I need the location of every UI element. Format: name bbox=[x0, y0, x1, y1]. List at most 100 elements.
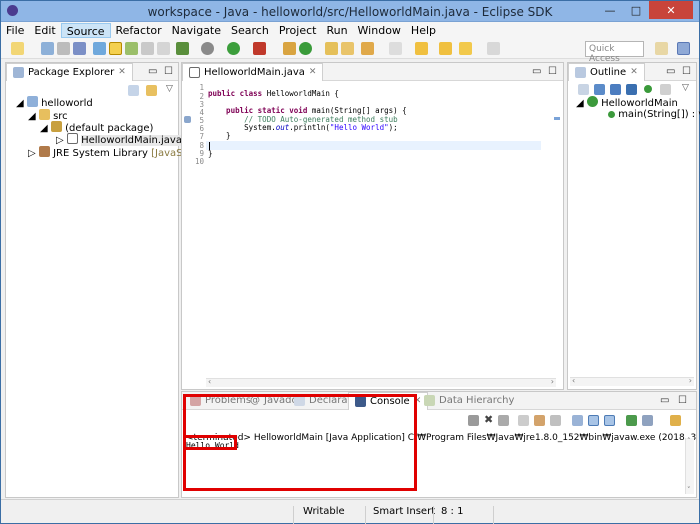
status-writable: Writable bbox=[303, 506, 345, 517]
maximize-button[interactable]: □ bbox=[623, 1, 649, 19]
menu-edit[interactable]: Edit bbox=[29, 23, 60, 38]
print-icon[interactable] bbox=[57, 42, 70, 55]
menu-refactor[interactable]: Refactor bbox=[111, 23, 167, 38]
outline-scrollbar[interactable]: ‹ › bbox=[570, 376, 694, 386]
toggle-icon[interactable] bbox=[93, 42, 106, 55]
maximize-view-icon[interactable]: ☐ bbox=[678, 395, 687, 406]
terminate-icon[interactable] bbox=[468, 415, 479, 426]
outline-method[interactable]: main(String[]) : vo bbox=[618, 109, 700, 120]
minimize-view-icon[interactable]: ▭ bbox=[660, 395, 669, 406]
open-perspective-icon[interactable] bbox=[655, 42, 668, 55]
new-icon[interactable] bbox=[11, 42, 24, 55]
wand-icon[interactable] bbox=[73, 42, 86, 55]
horizontal-scrollbar[interactable]: ‹ › bbox=[206, 377, 556, 387]
minimize-view-icon[interactable]: ▭ bbox=[666, 66, 675, 77]
expand-icon[interactable]: ◢ bbox=[28, 111, 36, 122]
scroll-up-icon[interactable]: ˄ bbox=[687, 437, 691, 445]
annotation-nav-icon[interactable] bbox=[389, 42, 402, 55]
maximize-view-icon[interactable]: ☐ bbox=[548, 66, 557, 77]
close-icon[interactable]: ✕ bbox=[118, 67, 126, 77]
external-tools-icon[interactable] bbox=[253, 42, 266, 55]
hide-static-icon[interactable] bbox=[610, 84, 621, 95]
hide-fields-icon[interactable] bbox=[594, 84, 605, 95]
save-icon[interactable] bbox=[41, 42, 54, 55]
scroll-right-icon[interactable]: › bbox=[551, 377, 554, 386]
outline-class[interactable]: HelloworldMain bbox=[601, 98, 678, 109]
mark-occurrences-icon[interactable] bbox=[109, 42, 122, 55]
debug-icon[interactable] bbox=[176, 42, 189, 55]
open-type-icon[interactable] bbox=[325, 42, 338, 55]
maximize-view-icon[interactable]: ☐ bbox=[682, 66, 691, 77]
open-folder-icon[interactable] bbox=[341, 42, 354, 55]
menu-window[interactable]: Window bbox=[353, 23, 406, 38]
annotation-icon[interactable] bbox=[125, 42, 138, 55]
new-class-icon[interactable] bbox=[299, 42, 312, 55]
code-line-7: } bbox=[208, 131, 231, 140]
collapse-icon[interactable]: ▷ bbox=[56, 135, 64, 146]
remove-all-icon[interactable] bbox=[498, 415, 509, 426]
hide-local-icon[interactable] bbox=[644, 85, 652, 93]
prev-annotation-icon[interactable] bbox=[439, 42, 452, 55]
scroll-down-icon[interactable]: ˅ bbox=[687, 486, 691, 494]
minimize-button[interactable]: — bbox=[597, 1, 623, 19]
tab-helloworldmain[interactable]: HelloworldMain.java ✕ bbox=[182, 63, 324, 81]
hide-nonpublic-icon[interactable] bbox=[626, 84, 637, 95]
minimize-view-icon[interactable]: ▭ bbox=[148, 66, 157, 77]
view-menu-icon[interactable]: ▽ bbox=[682, 83, 689, 93]
pin-console-icon[interactable] bbox=[572, 415, 583, 426]
collapse-all-icon[interactable] bbox=[128, 85, 139, 96]
search-icon[interactable] bbox=[361, 42, 374, 55]
menu-file[interactable]: File bbox=[1, 23, 29, 38]
menu-help[interactable]: Help bbox=[406, 23, 441, 38]
close-icon[interactable]: ✕ bbox=[309, 67, 317, 77]
word-wrap-icon[interactable] bbox=[550, 415, 561, 426]
whitespace-icon[interactable] bbox=[157, 42, 170, 55]
tab-outline[interactable]: Outline ✕ bbox=[568, 63, 645, 81]
scroll-right-icon[interactable]: › bbox=[689, 376, 692, 385]
open-console-icon[interactable] bbox=[670, 415, 681, 426]
expand-icon[interactable]: ◢ bbox=[16, 98, 24, 109]
maximize-view-icon[interactable]: ☐ bbox=[164, 66, 173, 77]
block-icon[interactable] bbox=[141, 42, 154, 55]
console-vertical-scrollbar[interactable]: ˄ ˅ bbox=[685, 437, 694, 494]
menu-run[interactable]: Run bbox=[321, 23, 352, 38]
display-console-icon[interactable] bbox=[642, 415, 653, 426]
quick-access-input[interactable]: Quick Access bbox=[585, 41, 644, 64]
tree-java-file[interactable]: HelloworldMain.java bbox=[81, 135, 182, 146]
expand-icon[interactable]: ◢ bbox=[576, 98, 584, 109]
tab-package-explorer[interactable]: Package Explorer ✕ bbox=[6, 63, 133, 81]
pin-icon[interactable] bbox=[626, 415, 637, 426]
menu-search[interactable]: Search bbox=[226, 23, 274, 38]
view-menu-icon[interactable]: ▽ bbox=[166, 84, 173, 94]
tree-jre[interactable]: JRE System Library bbox=[53, 148, 148, 159]
scroll-lock-icon[interactable] bbox=[534, 415, 545, 426]
menu-project[interactable]: Project bbox=[274, 23, 322, 38]
run-icon[interactable] bbox=[227, 42, 240, 55]
collapse-icon[interactable]: ▷ bbox=[28, 148, 36, 159]
scroll-left-icon[interactable]: ‹ bbox=[208, 377, 211, 386]
next-annotation-icon[interactable] bbox=[415, 42, 428, 55]
java-perspective-icon[interactable] bbox=[677, 42, 690, 55]
new-java-project-icon[interactable] bbox=[283, 42, 296, 55]
settings-icon[interactable] bbox=[201, 42, 214, 55]
java-file-icon bbox=[189, 67, 200, 78]
line-number: 7 bbox=[199, 132, 204, 141]
link-icon[interactable] bbox=[660, 84, 671, 95]
expand-icon[interactable]: ◢ bbox=[40, 123, 48, 134]
menu-source[interactable]: Source bbox=[60, 23, 111, 38]
link-editor-icon[interactable] bbox=[146, 85, 157, 96]
remove-launch-icon[interactable]: ✖ bbox=[484, 413, 493, 426]
show-stderr-icon[interactable] bbox=[604, 415, 615, 426]
close-button[interactable]: ✕ bbox=[649, 1, 693, 19]
forward-icon[interactable] bbox=[487, 42, 500, 55]
sort-icon[interactable] bbox=[578, 84, 589, 95]
minimize-view-icon[interactable]: ▭ bbox=[532, 66, 541, 77]
menu-navigate[interactable]: Navigate bbox=[167, 23, 226, 38]
show-stdout-icon[interactable] bbox=[588, 415, 599, 426]
back-icon[interactable] bbox=[459, 42, 472, 55]
tab-data-hierarchy[interactable]: Data Hierarchy bbox=[418, 392, 520, 410]
clear-console-icon[interactable] bbox=[518, 415, 529, 426]
tree-project[interactable]: helloworld bbox=[41, 98, 93, 109]
scroll-left-icon[interactable]: ‹ bbox=[572, 376, 575, 385]
close-icon[interactable]: ✕ bbox=[630, 67, 638, 77]
